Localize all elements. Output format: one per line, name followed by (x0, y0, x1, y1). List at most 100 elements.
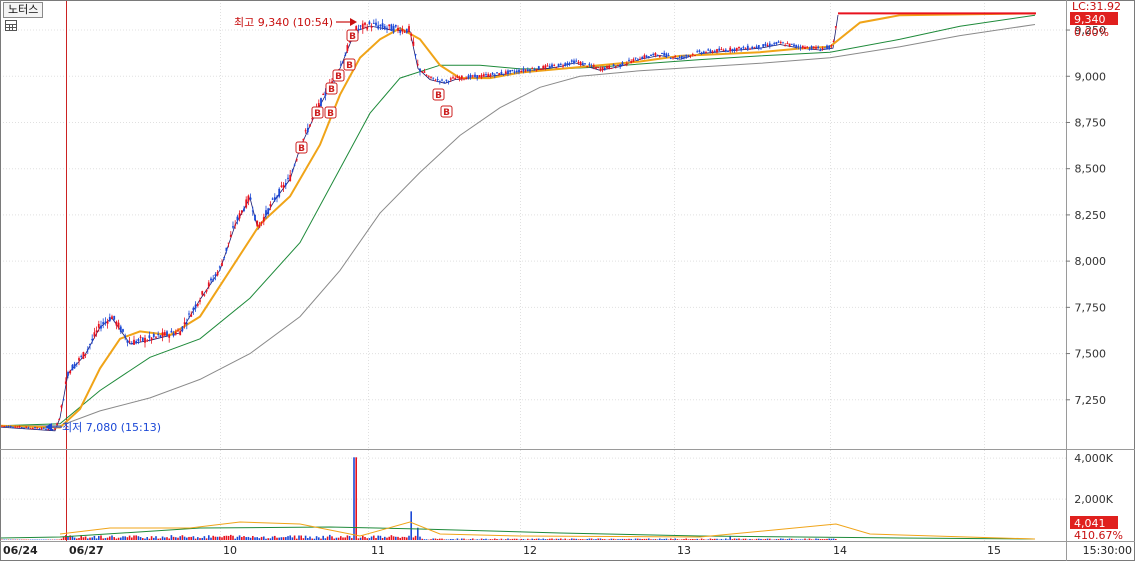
volume-bar (91, 537, 93, 540)
candle-body (227, 242, 230, 244)
volume-bar (120, 537, 122, 540)
candle-body (265, 210, 267, 216)
table-grid-icon[interactable] (5, 20, 17, 31)
volume-bar (681, 539, 683, 540)
volume-bar (307, 538, 309, 540)
volume-bar (241, 536, 243, 540)
candle-body (718, 48, 721, 51)
candle-body (727, 51, 729, 53)
candle-body (518, 69, 520, 73)
candle-body (364, 22, 366, 25)
candle-body (691, 54, 694, 56)
candle-body (513, 71, 516, 73)
candle-body (60, 405, 63, 408)
candle-body (84, 354, 87, 356)
candle-body (625, 63, 628, 65)
candle-body (465, 77, 468, 80)
ma20-line (0, 12, 1036, 429)
volume-bar (313, 538, 316, 540)
volume-bar (249, 537, 252, 540)
volume-bar (804, 538, 806, 540)
candle-body (427, 76, 430, 78)
volume-bar (610, 538, 613, 540)
candle-body (113, 315, 116, 320)
volume-bar (637, 538, 639, 540)
volume-bar (452, 539, 454, 540)
volume-bar (762, 539, 764, 540)
candle-body (379, 24, 382, 27)
candle-body (177, 330, 179, 332)
volume-bar (604, 539, 606, 540)
volume-bar (626, 539, 628, 540)
candle-body (366, 26, 369, 30)
volume-bar (122, 536, 124, 540)
volume-bar (643, 538, 646, 540)
stock-name-label[interactable]: 노터스 (3, 2, 44, 18)
volume-bar (742, 538, 745, 540)
volume-bar (146, 537, 148, 540)
volume-bar (476, 539, 478, 540)
volume-bar (315, 536, 318, 540)
volume-bar (401, 536, 404, 540)
volume-bar (166, 537, 168, 540)
volume-bar (720, 538, 723, 540)
volume-bar (210, 537, 212, 540)
candle-body (229, 234, 232, 238)
volume-bar (236, 536, 239, 540)
volume-bar (423, 539, 426, 540)
volume-bar (282, 537, 285, 540)
volume-bar (826, 538, 828, 540)
volume-bar (287, 536, 289, 540)
volume-bar (302, 538, 305, 540)
volume-bar (258, 538, 261, 540)
volume-bar (73, 537, 76, 540)
candle-body (735, 47, 738, 51)
volume-bar (553, 539, 555, 540)
volume-bar (113, 537, 115, 540)
volume-bar (780, 538, 782, 540)
volume-bar (439, 538, 441, 540)
candle-body (102, 322, 105, 325)
volume-bar (617, 539, 619, 540)
volume-bar (95, 538, 98, 540)
candle-body (834, 26, 837, 28)
candle-body (203, 294, 206, 296)
volume-bar (738, 538, 740, 540)
candle-body (249, 197, 252, 200)
candle-body (106, 321, 109, 324)
candle-body (150, 337, 153, 341)
volume-bar (590, 538, 593, 540)
volume-bar (260, 536, 263, 540)
candle-body (562, 65, 564, 67)
volume-bar (181, 535, 184, 540)
volume-bar (522, 539, 525, 540)
volume-bar (285, 537, 287, 540)
candle-body (467, 75, 470, 79)
current-price-text: 9,340 (1074, 13, 1106, 26)
candle-body (612, 64, 615, 67)
volume-bar (397, 536, 399, 540)
candle-body (183, 322, 186, 325)
candle-body (683, 56, 685, 58)
candle-body (751, 46, 754, 49)
volume-bar (516, 538, 518, 540)
lc-value: LC:31.92 (1072, 0, 1121, 13)
volume-bar (672, 539, 674, 540)
volume-bar (758, 538, 760, 540)
candle-body (628, 59, 630, 61)
candle-body (636, 59, 639, 61)
candle-body (170, 330, 173, 333)
volume-bar (124, 536, 126, 540)
candle-body (38, 428, 41, 430)
candle-body (181, 326, 184, 331)
volume-bar (274, 535, 276, 540)
volume-bar (520, 538, 522, 540)
candle-body (42, 427, 45, 429)
volume-bar (263, 536, 265, 540)
volume-bar (689, 539, 692, 540)
volume-tick-label: 4,000K (1074, 452, 1113, 465)
candle-body (711, 51, 714, 53)
candle-body (647, 56, 650, 58)
volume-bar (430, 539, 432, 540)
candlestick-chart[interactable]: 최고 9,340 (10:54)최저 7,080 (15:13)BBBBBBBB… (0, 0, 1135, 561)
